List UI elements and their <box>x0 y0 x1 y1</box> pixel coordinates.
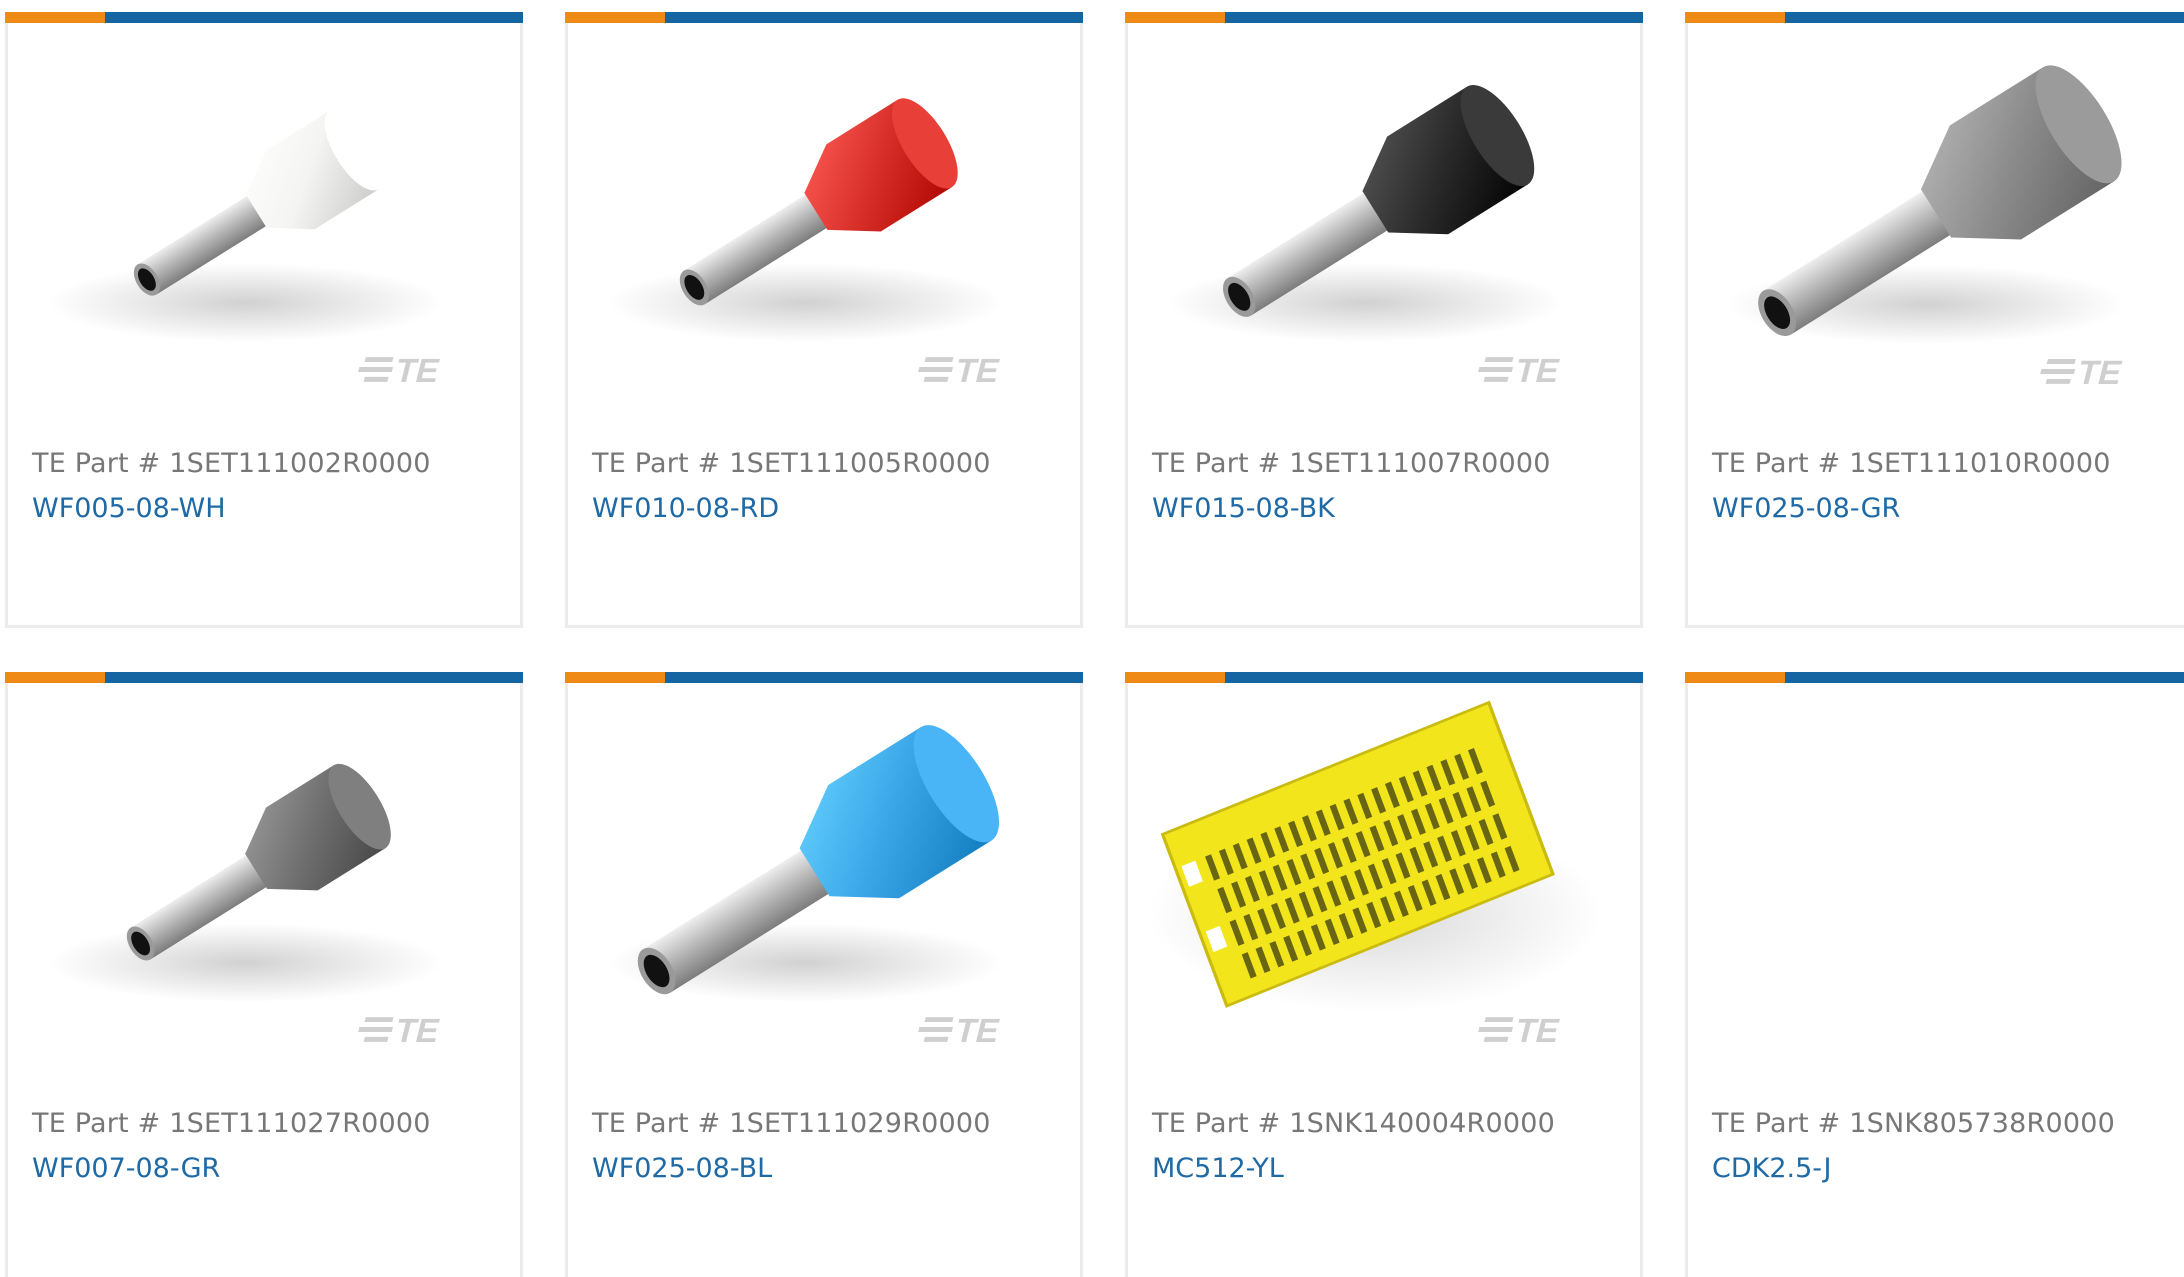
product-name-link[interactable]: WF005-08-WH <box>32 493 226 524</box>
card-accent-bar <box>5 12 523 23</box>
svg-text:TE: TE <box>2074 354 2127 391</box>
product-image[interactable]: TE <box>1128 26 1640 416</box>
svg-text:TE: TE <box>391 1012 443 1049</box>
svg-text:TE: TE <box>1511 1012 1563 1049</box>
part-number: TE Part # 1SET111002R0000 <box>32 448 431 479</box>
card-accent-bar <box>1685 12 2184 23</box>
part-number: TE Part # 1SET111027R0000 <box>32 1108 431 1139</box>
product-card[interactable]: TE TE Part # 1SET111029R0000 WF025-08-BL <box>565 672 1083 1277</box>
product-grid: TE TE Part # 1SET111002R0000 WF005-08-WH <box>0 0 2184 1277</box>
product-image[interactable]: TE <box>8 686 520 1076</box>
product-card[interactable]: TE TE Part # 1SET111027R0000 WF007-08-GR <box>5 672 523 1277</box>
card-accent-bar <box>5 672 523 683</box>
te-logo-icon: TE <box>358 1012 444 1050</box>
product-image[interactable]: TE <box>568 686 1080 1076</box>
product-name-link[interactable]: WF025-08-GR <box>1712 493 1900 524</box>
part-number: TE Part # 1SET111007R0000 <box>1152 448 1551 479</box>
product-name-link[interactable]: CDK2.5-J <box>1712 1153 1832 1184</box>
product-image[interactable]: TE <box>1128 686 1640 1076</box>
te-logo-icon: TE <box>1478 352 1564 390</box>
part-number: TE Part # 1SNK805738R0000 <box>1712 1108 2116 1139</box>
te-logo-icon: TE <box>918 1012 1004 1050</box>
product-card[interactable]: TE Part # 1SNK805738R0000 CDK2.5-J <box>1685 672 2184 1277</box>
product-card[interactable]: TE TE Part # 1SET111002R0000 WF005-08-WH <box>5 12 523 628</box>
part-number: TE Part # 1SET111005R0000 <box>592 448 991 479</box>
card-accent-bar <box>1125 12 1643 23</box>
product-name-link[interactable]: MC512-YL <box>1152 1153 1284 1184</box>
card-accent-bar <box>565 672 1083 683</box>
part-number: TE Part # 1SET111010R0000 <box>1712 448 2111 479</box>
product-image[interactable]: TE <box>8 26 520 416</box>
svg-text:TE: TE <box>391 352 443 389</box>
product-card[interactable]: TE TE Part # 1SNK140004R0000 MC512-YL <box>1125 672 1643 1277</box>
card-accent-bar <box>565 12 1083 23</box>
product-name-link[interactable]: WF025-08-BL <box>592 1153 772 1184</box>
svg-text:TE: TE <box>1511 352 1563 389</box>
product-card[interactable]: TE TE Part # 1SET111005R0000 WF010-08-RD <box>565 12 1083 628</box>
te-logo-icon: TE <box>1478 1012 1564 1050</box>
product-image[interactable]: TE <box>568 26 1080 416</box>
product-image-placeholder <box>1688 686 2184 1076</box>
part-number: TE Part # 1SNK140004R0000 <box>1152 1108 1556 1139</box>
te-logo-icon: TE <box>918 352 1004 390</box>
te-logo-icon: TE <box>2040 354 2127 392</box>
product-name-link[interactable]: WF015-08-BK <box>1152 493 1335 524</box>
product-image[interactable]: TE <box>1688 26 2184 416</box>
te-logo-icon: TE <box>358 352 444 390</box>
part-number: TE Part # 1SET111029R0000 <box>592 1108 991 1139</box>
svg-text:TE: TE <box>951 1012 1003 1049</box>
card-accent-bar <box>1125 672 1643 683</box>
product-name-link[interactable]: WF007-08-GR <box>32 1153 220 1184</box>
svg-text:TE: TE <box>951 352 1003 389</box>
card-accent-bar <box>1685 672 2184 683</box>
product-card[interactable]: TE TE Part # 1SET111010R0000 WF025-08-GR <box>1685 12 2184 628</box>
product-name-link[interactable]: WF010-08-RD <box>592 493 779 524</box>
product-card[interactable]: TE TE Part # 1SET111007R0000 WF015-08-BK <box>1125 12 1643 628</box>
